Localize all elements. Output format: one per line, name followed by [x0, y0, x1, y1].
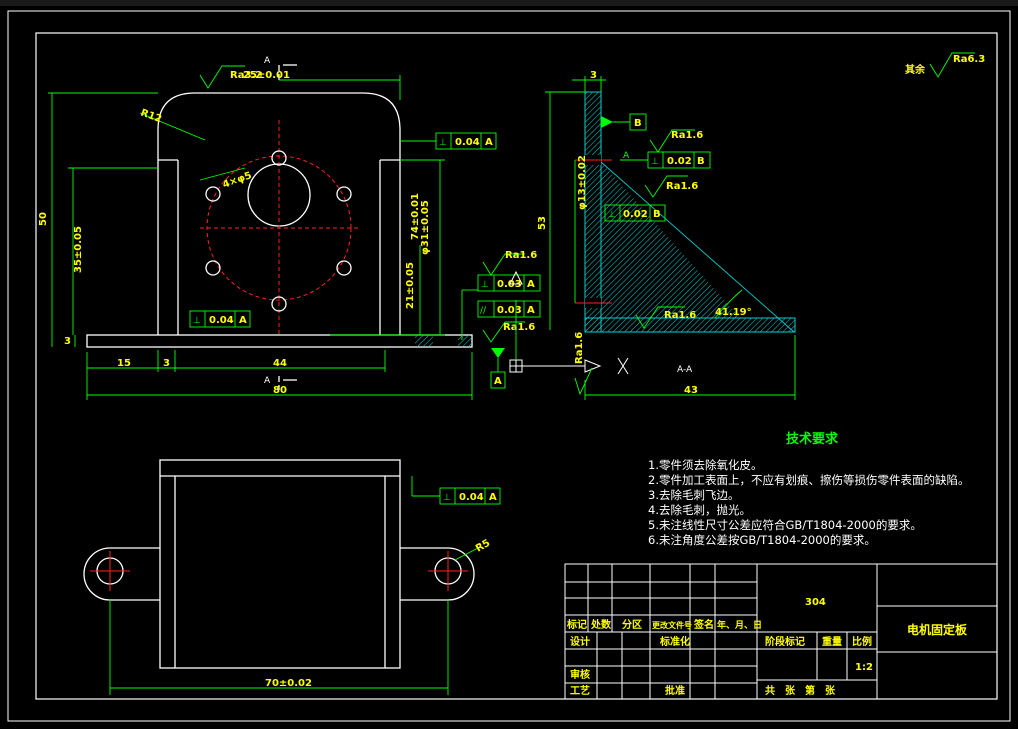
dim-side-height: 53 [537, 216, 548, 230]
svg-text:B: B [697, 156, 705, 167]
dim-mid: 3 [163, 358, 170, 369]
dim-plan-radius: R5 [474, 538, 492, 555]
svg-text:批准: 批准 [665, 684, 685, 697]
svg-text:A: A [485, 137, 493, 148]
svg-text:⊥: ⊥ [651, 157, 659, 167]
svg-text:A: A [527, 305, 535, 316]
svg-text:⊥: ⊥ [481, 280, 489, 290]
svg-text:1:2: 1:2 [855, 662, 873, 673]
tech-req-title: 技术要求 [786, 431, 839, 447]
dim-side-width: 43 [684, 385, 698, 396]
dim-height-inner: 35±0.05 [73, 226, 84, 273]
dim-height-total: 50 [38, 212, 49, 226]
svg-text:⊥: ⊥ [193, 316, 201, 326]
dim-v2: φ31±0.05 [420, 200, 431, 255]
svg-text:处数: 处数 [590, 618, 612, 631]
svg-text:0.04: 0.04 [455, 137, 480, 148]
svg-text:重量: 重量 [822, 635, 842, 648]
tech-req-item: 6.未注角度公差按GB/T1804-2000的要求。 [648, 533, 876, 547]
svg-text:Ra1.6: Ra1.6 [664, 310, 696, 321]
svg-text:共 张 第 张: 共 张 第 张 [765, 684, 836, 697]
section-mark-bottom: A [264, 376, 271, 386]
svg-text:更改文件号: 更改文件号 [652, 620, 692, 630]
svg-text:A: A [623, 151, 630, 161]
front-base-plate [86, 334, 473, 348]
roughness-ra32: Ra3.2 [230, 70, 262, 81]
roughness-other-label: 其余 [905, 63, 926, 76]
svg-text:B: B [653, 209, 661, 220]
svg-text:⊥: ⊥ [439, 138, 447, 148]
svg-text:Ra1.6: Ra1.6 [671, 130, 703, 141]
svg-text:0.04: 0.04 [459, 492, 484, 503]
svg-text:⊥: ⊥ [608, 210, 616, 220]
svg-text:设计: 设计 [570, 635, 590, 648]
section-view-label: A-A [677, 365, 693, 375]
dim-v3: 21±0.05 [405, 262, 416, 309]
dim-radius: R12 [139, 107, 163, 125]
plan-view [83, 459, 501, 695]
svg-text:A: A [489, 492, 497, 503]
tech-req-item: 1.零件须去除氧化皮。 [648, 458, 762, 472]
svg-text:标记: 标记 [566, 618, 587, 631]
svg-text:比例: 比例 [852, 635, 872, 648]
part-name: 电机固定板 [907, 622, 968, 637]
svg-text:A: A [239, 315, 247, 326]
roughness-front-2: Ra1.6 [503, 322, 535, 333]
svg-text:0.02: 0.02 [623, 209, 648, 220]
svg-text://: // [480, 306, 487, 316]
tolerance-frame-1 [400, 132, 497, 150]
material-label: 304 [805, 597, 826, 608]
svg-text:Ra1.6: Ra1.6 [574, 332, 585, 364]
tech-req-item: 4.去除毛刺，抛光。 [648, 503, 751, 517]
tech-req-item: 3.去除毛刺飞边。 [648, 488, 739, 502]
svg-text:标准化: 标准化 [659, 635, 690, 648]
front-view [48, 64, 473, 400]
tech-req-item: 5.未注线性尺寸公差应符合GB/T1804-2000的要求。 [648, 518, 922, 532]
svg-text:阶段标记: 阶段标记 [765, 635, 805, 648]
roughness-other-value: Ra6.3 [953, 54, 985, 65]
center-hole [247, 163, 311, 227]
svg-text:⊥: ⊥ [443, 493, 451, 503]
datum-a-label: A [494, 376, 502, 387]
dim-base: 3 [64, 336, 71, 347]
svg-text:0.03: 0.03 [497, 305, 522, 316]
dim-left: 15 [117, 358, 131, 369]
datum-b-label: B [634, 118, 642, 129]
dim-side-top: 3 [590, 70, 597, 81]
svg-text:审核: 审核 [570, 668, 590, 681]
svg-text:签名: 签名 [693, 618, 714, 631]
svg-text:0.04: 0.04 [209, 315, 234, 326]
tech-req-item: 2.零件加工表面上，不应有划痕、擦伤等损伤零件表面的缺陷。 [648, 473, 969, 487]
svg-text:工艺: 工艺 [570, 684, 590, 697]
svg-text:年、月、日: 年、月、日 [717, 619, 762, 631]
dim-overall: 80 [273, 385, 287, 396]
svg-text:A: A [527, 279, 535, 290]
cad-drawing-canvas: 25±0.01 50 35±0.05 3 15 3 44 80 R12 4×φ5… [7, 10, 1011, 722]
svg-text:0.02: 0.02 [667, 156, 692, 167]
dim-angle: 41.19° [715, 307, 752, 318]
dim-center-span: 44 [273, 358, 287, 369]
dim-plan-width: 70±0.02 [265, 678, 312, 689]
dim-side-hole: φ13±0.02 [577, 155, 588, 210]
svg-text:分区: 分区 [622, 618, 642, 631]
svg-text:Ra1.6: Ra1.6 [666, 181, 698, 192]
section-mark-top: A [264, 56, 271, 66]
roughness-front-1: Ra1.6 [505, 250, 537, 261]
